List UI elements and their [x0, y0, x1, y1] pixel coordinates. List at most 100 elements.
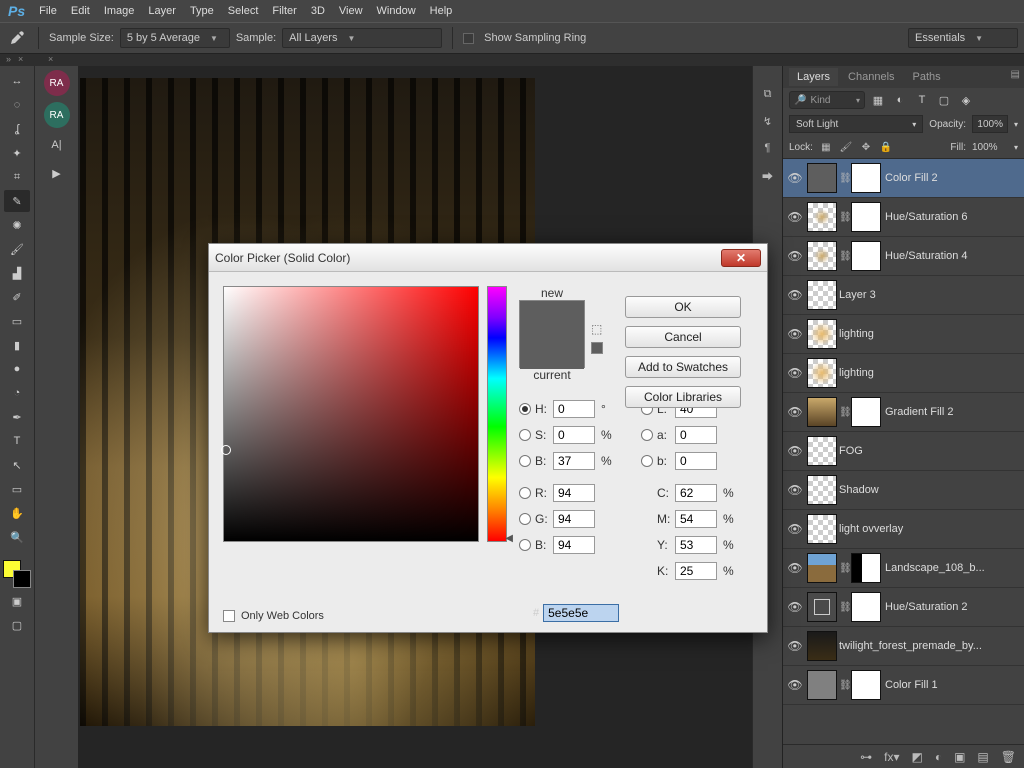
layer-row[interactable]: 👁⛓Hue/Saturation 6 [783, 198, 1024, 237]
s-radio[interactable] [519, 429, 531, 441]
menu-type[interactable]: Type [190, 5, 214, 17]
filter-image-icon[interactable]: ▦ [869, 91, 887, 109]
layer-row[interactable]: 👁 ⛓ Color Fill 2 [783, 159, 1024, 198]
a-input[interactable] [675, 426, 717, 444]
only-web-colors-checkbox[interactable] [223, 610, 235, 622]
tab-channels[interactable]: Channels [840, 68, 902, 86]
layer-row[interactable]: 👁⛓Landscape_108_b... [783, 549, 1024, 588]
bv-radio[interactable] [519, 455, 531, 467]
menu-file[interactable]: File [39, 5, 57, 17]
layer-row[interactable]: 👁 lighting [783, 354, 1024, 393]
h-input[interactable] [553, 400, 595, 418]
lasso-tool-icon[interactable]: ʆ [4, 118, 30, 140]
layer-mask-thumbnail[interactable] [851, 202, 881, 232]
dodge-tool-icon[interactable]: ◔ [4, 382, 30, 404]
trash-icon[interactable]: 🗑 [1001, 750, 1016, 764]
layer-thumbnail[interactable] [807, 631, 837, 661]
layer-mask-thumbnail[interactable] [851, 241, 881, 271]
layer-mask-thumbnail[interactable] [851, 163, 881, 193]
layer-thumbnail[interactable] [807, 397, 837, 427]
cube-icon[interactable]: ⬚ [591, 322, 605, 336]
add-swatch-button[interactable]: Add to Swatches [625, 356, 741, 378]
visibility-icon[interactable]: 👁 [783, 405, 807, 419]
menu-layer[interactable]: Layer [148, 5, 176, 17]
layer-row[interactable]: 👁Layer 3 [783, 276, 1024, 315]
r-input[interactable] [553, 484, 595, 502]
visibility-icon[interactable]: 👁 [783, 678, 807, 692]
preset-badge[interactable]: RA [44, 70, 70, 96]
layer-mask-thumbnail[interactable] [851, 592, 881, 622]
link-icon[interactable]: ⛓ [839, 407, 849, 418]
layer-row[interactable]: 👁FOG [783, 432, 1024, 471]
r-radio[interactable] [519, 487, 531, 499]
character-icon[interactable]: ↯ [763, 115, 772, 128]
a-radio[interactable] [641, 429, 653, 441]
layer-name[interactable]: lighting [839, 367, 1020, 379]
layer-row[interactable]: 👁⛓Hue/Saturation 2 [783, 588, 1024, 627]
menu-image[interactable]: Image [104, 5, 135, 17]
layers-list[interactable]: 👁⛓Color Fill 2👁⛓Hue/Saturation 6👁⛓Hue/Sa… [783, 158, 1024, 744]
tab-close-icon[interactable]: × [18, 54, 26, 66]
color-libraries-button[interactable]: Color Libraries [625, 386, 741, 408]
layer-thumbnail[interactable] [807, 202, 837, 232]
lab-b-input[interactable] [675, 452, 717, 470]
marquee-tool-icon[interactable]: ◌ [4, 94, 30, 116]
crop-tool-icon[interactable]: ⌗ [4, 166, 30, 188]
path-tool-icon[interactable]: ↖ [4, 454, 30, 476]
lock-position-icon[interactable]: ✥ [859, 142, 873, 153]
visibility-icon[interactable]: 👁 [783, 210, 807, 224]
color-swatches[interactable] [3, 560, 31, 588]
brush-tool-icon[interactable]: 🖌 [4, 238, 30, 260]
m-input[interactable] [675, 510, 717, 528]
bc-input[interactable] [553, 536, 595, 554]
layer-thumbnail[interactable] [807, 553, 837, 583]
heal-tool-icon[interactable]: ✺ [4, 214, 30, 236]
bv-input[interactable] [553, 452, 595, 470]
lock-all-icon[interactable]: 🔒 [879, 142, 893, 153]
layer-thumbnail[interactable] [807, 670, 837, 700]
filter-adjustment-icon[interactable]: ◐ [891, 91, 909, 109]
new-current-color[interactable] [519, 300, 585, 368]
visibility-icon[interactable]: 👁 [783, 249, 807, 263]
menu-view[interactable]: View [339, 5, 363, 17]
tab-paths[interactable]: Paths [905, 68, 949, 86]
link-icon[interactable]: ⛓ [839, 680, 849, 691]
sample-size-combo[interactable]: 5 by 5 Average▼ [120, 28, 230, 48]
layer-name[interactable]: light ovverlay [839, 523, 1020, 535]
layer-row[interactable]: 👁 ⛓ Gradient Fill 2 [783, 393, 1024, 432]
link-icon[interactable]: ⛓ [839, 173, 849, 184]
layer-name[interactable]: Color Fill 2 [885, 172, 1020, 184]
lock-image-icon[interactable]: 🖌 [839, 142, 853, 153]
layer-thumbnail[interactable] [807, 436, 837, 466]
layer-mask-thumbnail[interactable] [851, 553, 881, 583]
layer-thumbnail[interactable] [807, 592, 837, 622]
visibility-icon[interactable]: 👁 [783, 522, 807, 536]
layer-name[interactable]: Hue/Saturation 6 [885, 211, 1020, 223]
lock-transparent-icon[interactable]: ▦ [819, 142, 833, 153]
hue-slider[interactable]: ◀ [487, 286, 507, 542]
shape-tool-icon[interactable]: ▭ [4, 478, 30, 500]
layer-name[interactable]: FOG [839, 445, 1020, 457]
visibility-icon[interactable]: 👁 [783, 171, 807, 185]
show-sampling-ring-checkbox[interactable] [463, 33, 474, 44]
layer-name[interactable]: Gradient Fill 2 [885, 406, 1020, 418]
type-orientation-icon[interactable]: A| [44, 134, 70, 156]
layer-thumbnail[interactable] [807, 319, 837, 349]
visibility-icon[interactable]: 👁 [783, 366, 807, 380]
filter-shape-icon[interactable]: ▢ [935, 91, 953, 109]
lab-b-radio[interactable] [641, 455, 653, 467]
hex-input[interactable] [543, 604, 619, 622]
h-radio[interactable] [519, 403, 531, 415]
filter-smart-icon[interactable]: ◈ [957, 91, 975, 109]
color-cursor[interactable] [221, 445, 231, 455]
tab-close-icon[interactable]: × [48, 54, 56, 66]
visibility-icon[interactable]: 👁 [783, 483, 807, 497]
layer-mask-thumbnail[interactable] [851, 670, 881, 700]
layer-thumbnail[interactable] [807, 358, 837, 388]
y-input[interactable] [675, 536, 717, 554]
layer-row[interactable]: 👁Shadow [783, 471, 1024, 510]
layer-row[interactable]: 👁lighting [783, 315, 1024, 354]
tab-layers[interactable]: Layers [789, 68, 838, 86]
layer-name[interactable]: Layer 3 [839, 289, 1020, 301]
panel-menu-icon[interactable]: ▤ [1011, 69, 1020, 80]
